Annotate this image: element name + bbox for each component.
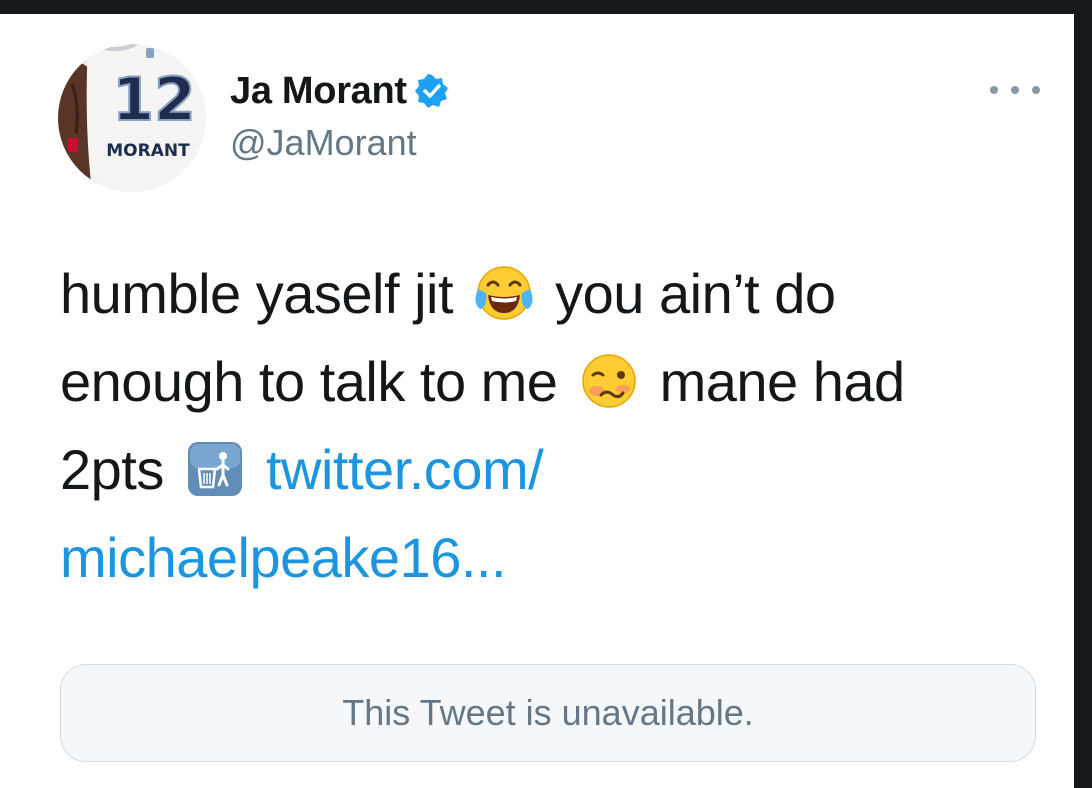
svg-text:MORANT: MORANT [106, 141, 190, 161]
tweet-text-segment: 2pts [60, 438, 164, 501]
tweet-line-2: enough to talk to me mane had [60, 338, 1060, 426]
more-dot [1032, 86, 1040, 94]
tweet-text-segment: enough to talk to me [60, 350, 558, 413]
face-with-tears-of-joy-icon [474, 260, 534, 320]
author-name-row[interactable]: Ja Morant [230, 68, 449, 114]
svg-text:12: 12 [112, 65, 196, 135]
author-display-name[interactable]: Ja Morant [230, 70, 407, 113]
tweet-line-1: humble yaself jit you ain’t do [60, 250, 1060, 338]
background-edge [1074, 0, 1092, 788]
tweet-text-segment: humble yaself jit [60, 262, 454, 325]
tweet-body: humble yaself jit you ain’t do enough to… [60, 250, 1060, 602]
tweet-card: 12 MORANT Ja Morant @JaMorant humble yas… [0, 14, 1074, 788]
woozy-face-icon [579, 348, 639, 408]
tweet-link-continued[interactable]: michaelpeake16... [60, 526, 507, 589]
more-dot [1011, 86, 1019, 94]
verified-badge-icon [414, 74, 449, 108]
more-options-icon[interactable] [990, 78, 1040, 102]
avatar-image: 12 MORANT [58, 44, 206, 192]
tweet-line-4: michaelpeake16... [60, 514, 1060, 602]
author-handle[interactable]: @JaMorant [230, 122, 417, 164]
tweet-link[interactable]: twitter.com/ [266, 438, 544, 501]
quoted-tweet-unavailable-card[interactable]: This Tweet is unavailable. [60, 664, 1036, 762]
tweet-line-3: 2pts twitter.com/ [60, 426, 1060, 514]
more-dot [990, 86, 998, 94]
unavailable-message: This Tweet is unavailable. [342, 692, 754, 733]
tweet-text-segment: you ain’t do [555, 262, 836, 325]
wastebasket-icon [185, 436, 245, 496]
tweet-text-segment: mane had [659, 350, 906, 413]
avatar[interactable]: 12 MORANT [58, 44, 206, 192]
